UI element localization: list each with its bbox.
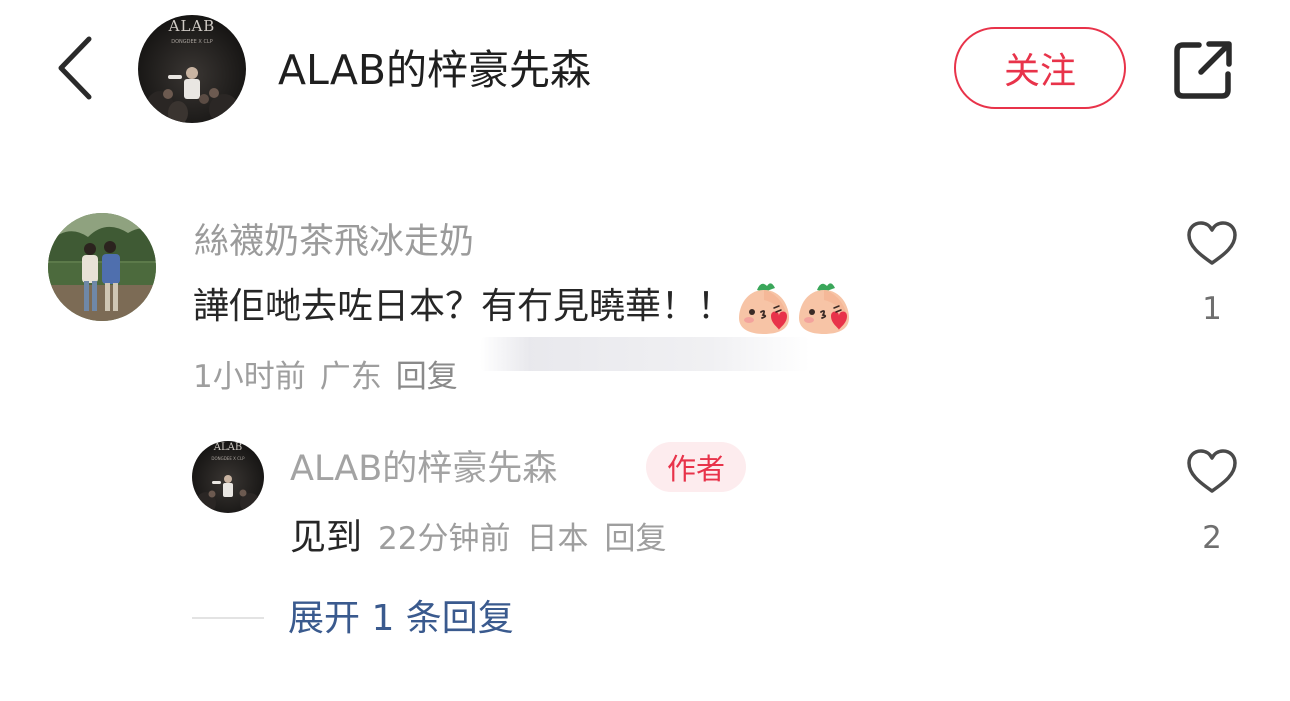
like-count: 2: [1202, 520, 1222, 556]
share-button[interactable]: [1164, 32, 1242, 106]
chevron-left-icon: [58, 36, 92, 100]
avatar-caption-text: DONGDEE X CLP: [171, 39, 213, 45]
follow-button[interactable]: 关注: [954, 27, 1126, 109]
avatar-image: [48, 213, 156, 321]
reply-button[interactable]: 回复: [396, 359, 458, 395]
avatar-caption-text: DONGDEE X CLP: [211, 456, 245, 461]
like-button[interactable]: [1182, 443, 1242, 499]
like-button[interactable]: [1182, 215, 1242, 271]
avatar-brand-text: ALAB: [213, 442, 243, 453]
share-external-icon: [1174, 41, 1232, 99]
watermark-overlay: [480, 337, 810, 371]
heart-outline-icon: [1187, 449, 1237, 493]
comment-text: 譁佢哋去咗日本？有冇見曉華！！: [193, 282, 853, 334]
back-button[interactable]: [40, 30, 110, 106]
expand-replies-button[interactable]: 展开 1 条回复: [288, 594, 514, 644]
reply-avatar[interactable]: ALAB DONGDEE X CLP: [192, 441, 264, 513]
blowing-kiss-peach-emoji: [795, 278, 853, 336]
header-avatar[interactable]: ALAB DONGDEE X CLP: [138, 15, 246, 123]
comment-time: 1小时前: [193, 359, 306, 395]
avatar-brand-text: ALAB: [168, 17, 216, 35]
reply-location: 日本: [526, 521, 589, 557]
comment-location: 广东: [319, 359, 382, 395]
reply-button[interactable]: 回复: [604, 515, 666, 563]
expand-divider: [192, 617, 264, 619]
reply-text: 见到: [290, 517, 363, 558]
reply-username[interactable]: ALAB的梓豪先森: [290, 446, 557, 492]
comment-username[interactable]: 絲襪奶茶飛冰走奶: [194, 219, 474, 265]
heart-outline-icon: [1187, 221, 1237, 265]
commenter-avatar[interactable]: [48, 213, 156, 321]
reply-body: 见到 22分钟前 日本 回复: [290, 514, 666, 562]
comment-text-content: 譁佢哋去咗日本？有冇見曉華！！: [193, 286, 734, 327]
reply-time: 22分钟前: [378, 521, 511, 557]
page-title[interactable]: ALAB的梓豪先森: [278, 40, 591, 100]
author-badge: 作者: [646, 442, 746, 492]
like-count: 1: [1202, 291, 1222, 327]
comment-meta: 1小时前 广东 回复: [193, 354, 458, 400]
blowing-kiss-peach-emoji: [735, 278, 793, 336]
